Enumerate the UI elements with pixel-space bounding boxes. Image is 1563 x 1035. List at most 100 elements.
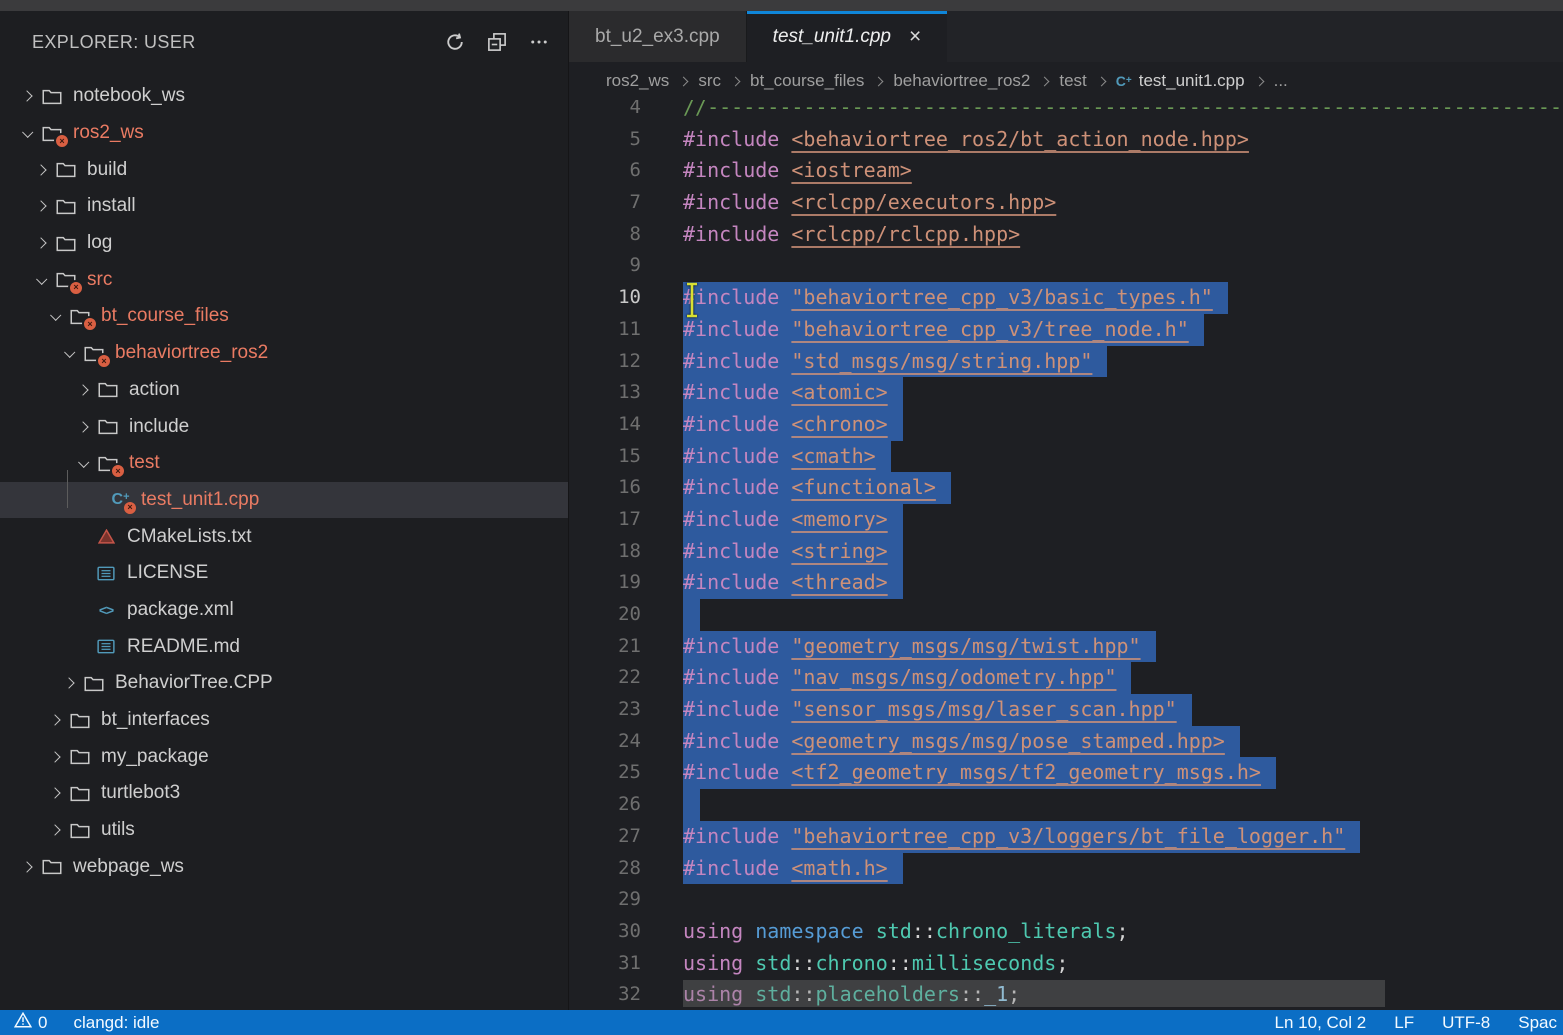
code-editor[interactable]: 4//-------------------------------------… (569, 100, 1563, 1010)
modified-badge: × (68, 280, 84, 296)
tree-item-test[interactable]: ×test (0, 445, 568, 482)
tree-item-build[interactable]: build (0, 151, 568, 188)
code-line-19[interactable]: 19#include <thread> (569, 567, 1563, 599)
selection-highlight: #include "std_msgs/msg/string.hpp" (683, 346, 1107, 378)
chevron-down-icon (30, 276, 52, 284)
code-line-6[interactable]: 6#include <iostream> (569, 155, 1563, 187)
code-line-21[interactable]: 21#include "geometry_msgs/msg/twist.hpp" (569, 631, 1563, 663)
problems-indicator[interactable]: 0 (14, 1012, 47, 1033)
code-line-26[interactable]: 26 (569, 789, 1563, 821)
code-line-29[interactable]: 29 (569, 884, 1563, 916)
clangd-status[interactable]: clangd: idle (73, 1013, 159, 1033)
selection-highlight: #include "sensor_msgs/msg/laser_scan.hpp… (683, 694, 1192, 726)
code-line-15[interactable]: 15#include <cmath> (569, 441, 1563, 473)
code-line-23[interactable]: 23#include "sensor_msgs/msg/laser_scan.h… (569, 694, 1563, 726)
breadcrumb-item-test_unit1.cpp[interactable]: test_unit1.cpp (1139, 71, 1245, 91)
tree-item-src[interactable]: ×src (0, 261, 568, 298)
eol-indicator[interactable]: LF (1394, 1013, 1414, 1033)
indentation-indicator[interactable]: Spac (1518, 1013, 1557, 1033)
tree-item-test_unit1.cpp[interactable]: C+×test_unit1.cpp (0, 482, 568, 519)
code-line-12[interactable]: 12#include "std_msgs/msg/string.hpp" (569, 346, 1563, 378)
breadcrumb-item-behaviortree_ros2[interactable]: behaviortree_ros2 (893, 71, 1030, 91)
selection-highlight: #include "behaviortree_cpp_v3/basic_type… (683, 282, 1228, 314)
line-text: using std::chrono::milliseconds; (683, 948, 1068, 980)
line-number: 4 (569, 100, 641, 124)
tree-item-label: CMakeLists.txt (127, 526, 252, 548)
line-number: 7 (569, 187, 641, 219)
line-number: 5 (569, 124, 641, 156)
breadcrumb-item-bt_course_files[interactable]: bt_course_files (750, 71, 864, 91)
tree-item-bt_course_files[interactable]: ×bt_course_files (0, 298, 568, 335)
line-number: 24 (569, 726, 641, 758)
tab-test_unit1-cpp[interactable]: test_unit1.cpp × (747, 11, 948, 62)
line-number: 17 (569, 504, 641, 536)
code-line-5[interactable]: 5#include <behaviortree_ros2/bt_action_n… (569, 124, 1563, 156)
breadcrumb-item-...[interactable]: ... (1274, 71, 1288, 91)
tree-item-utils[interactable]: utils (0, 812, 568, 849)
tree-item-behaviortree_ros2[interactable]: ×behaviortree_ros2 (0, 335, 568, 372)
tree-item-bt_interfaces[interactable]: bt_interfaces (0, 702, 568, 739)
tree-item-ros2_ws[interactable]: ×ros2_ws (0, 115, 568, 152)
code-line-14[interactable]: 14#include <chrono> (569, 409, 1563, 441)
tree-item-CMakeLists.txt[interactable]: CMakeLists.txt (0, 518, 568, 555)
code-line-11[interactable]: 11#include "behaviortree_cpp_v3/tree_nod… (569, 314, 1563, 346)
tree-item-package.xml[interactable]: <>package.xml (0, 592, 568, 629)
line-text: #include <functional> (683, 472, 951, 504)
more-actions-icon[interactable] (526, 29, 552, 55)
tree-item-install[interactable]: install (0, 188, 568, 225)
code-line-4[interactable]: 4//-------------------------------------… (569, 100, 1563, 124)
horizontal-scrollbar[interactable] (683, 980, 1385, 1007)
tree-item-LICENSE[interactable]: LICENSE (0, 555, 568, 592)
code-line-10[interactable]: 10#include "behaviortree_cpp_v3/basic_ty… (569, 282, 1563, 314)
code-line-13[interactable]: 13#include <atomic> (569, 377, 1563, 409)
code-line-27[interactable]: 27#include "behaviortree_cpp_v3/loggers/… (569, 821, 1563, 853)
chevron-right-icon (16, 92, 38, 100)
tree-item-label: bt_interfaces (101, 709, 210, 731)
tree-item-my_package[interactable]: my_package (0, 738, 568, 775)
tab-bt_u2_ex3-cpp[interactable]: bt_u2_ex3.cpp (569, 11, 747, 62)
code-line-30[interactable]: 30using namespace std::chrono_literals; (569, 916, 1563, 948)
close-icon[interactable]: × (909, 26, 921, 47)
line-text: #include <geometry_msgs/msg/pose_stamped… (683, 726, 1240, 758)
code-line-17[interactable]: 17#include <memory> (569, 504, 1563, 536)
tree-item-turtlebot3[interactable]: turtlebot3 (0, 775, 568, 812)
code-line-8[interactable]: 8#include <rclcpp/rclcpp.hpp> (569, 219, 1563, 251)
code-line-28[interactable]: 28#include <math.h> (569, 853, 1563, 885)
tree-item-label: include (129, 416, 189, 438)
tree-item-include[interactable]: include (0, 408, 568, 445)
collapse-all-icon[interactable] (484, 29, 510, 55)
breadcrumb-item-src[interactable]: src (698, 71, 721, 91)
chevron-right-icon (72, 386, 94, 394)
code-line-20[interactable]: 20 (569, 599, 1563, 631)
selection-highlight: #include <math.h> (683, 853, 903, 885)
code-line-18[interactable]: 18#include <string> (569, 536, 1563, 568)
modified-badge: × (110, 463, 126, 479)
breadcrumb-item-ros2_ws[interactable]: ros2_ws (606, 71, 669, 91)
tree-item-label: LICENSE (127, 562, 208, 584)
code-line-7[interactable]: 7#include <rclcpp/executors.hpp> (569, 187, 1563, 219)
code-line-31[interactable]: 31using std::chrono::milliseconds; (569, 948, 1563, 980)
folder-icon: × (82, 342, 106, 364)
tree-item-notebook_ws[interactable]: notebook_ws (0, 78, 568, 115)
code-line-24[interactable]: 24 #include <geometry_msgs/msg/pose_stamp… (569, 726, 1563, 758)
folder-icon: × (96, 452, 120, 474)
folder-icon (82, 672, 106, 694)
tree-item-action[interactable]: action (0, 372, 568, 409)
chevron-right-icon (30, 239, 52, 247)
tree-item-BehaviorTree.CPP[interactable]: BehaviorTree.CPP (0, 665, 568, 702)
encoding-indicator[interactable]: UTF-8 (1442, 1013, 1490, 1033)
code-line-16[interactable]: 16#include <functional> (569, 472, 1563, 504)
tree-item-webpage_ws[interactable]: webpage_ws (0, 848, 568, 885)
tree-item-log[interactable]: log (0, 225, 568, 262)
breadcrumb-item-test[interactable]: test (1059, 71, 1086, 91)
line-number: 15 (569, 441, 641, 473)
code-line-25[interactable]: 25#include <tf2_geometry_msgs/tf2_geomet… (569, 757, 1563, 789)
selection-highlight (683, 789, 700, 821)
code-line-9[interactable]: 9 (569, 250, 1563, 282)
chevron-right-icon (44, 753, 66, 761)
chevron-right-icon (72, 423, 94, 431)
tree-item-README.md[interactable]: README.md (0, 628, 568, 665)
refresh-icon[interactable] (442, 29, 468, 55)
code-line-22[interactable]: 22#include "nav_msgs/msg/odometry.hpp" (569, 662, 1563, 694)
cursor-position[interactable]: Ln 10, Col 2 (1275, 1013, 1367, 1033)
